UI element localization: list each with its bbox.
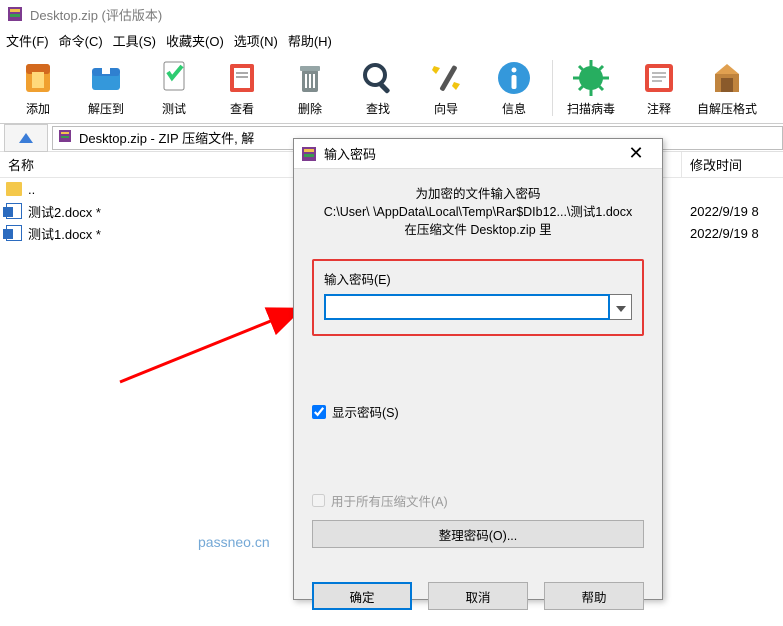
toolbar-virus[interactable]: 扫描病毒 bbox=[557, 54, 625, 122]
docx-icon bbox=[6, 203, 22, 219]
window-titlebar: Desktop.zip (评估版本) bbox=[0, 0, 783, 28]
extract-icon bbox=[86, 58, 126, 98]
dialog-line1: 为加密的文件输入密码 bbox=[312, 185, 644, 203]
toolbar-sfx[interactable]: 自解压格式 bbox=[693, 54, 761, 122]
close-button[interactable]: ✕ bbox=[616, 139, 656, 169]
app-icon bbox=[6, 5, 24, 23]
file-date: 2022/9/19 8 bbox=[682, 204, 759, 219]
menu-favorites[interactable]: 收藏夹(O) bbox=[166, 31, 224, 50]
dialog-titlebar: 输入密码 ✕ bbox=[294, 139, 662, 169]
view-icon bbox=[222, 58, 262, 98]
dialog-line2: C:\User\ \AppData\Local\Temp\Rar$DIb12..… bbox=[312, 203, 644, 221]
toolbar-view-label: 查看 bbox=[230, 100, 254, 117]
password-input[interactable] bbox=[324, 294, 610, 320]
show-password-checkbox[interactable] bbox=[312, 405, 326, 419]
menu-bar: 文件(F) 命令(C) 工具(S) 收藏夹(O) 选项(N) 帮助(H) bbox=[0, 28, 783, 52]
file-name: 测试2.docx * bbox=[28, 202, 101, 221]
delete-icon bbox=[290, 58, 330, 98]
file-date: 2022/9/19 8 bbox=[682, 226, 759, 241]
toolbar-delete-label: 删除 bbox=[298, 100, 322, 117]
menu-file[interactable]: 文件(F) bbox=[6, 31, 49, 50]
organize-passwords-button[interactable]: 整理密码(O)... bbox=[312, 520, 644, 548]
up-button[interactable] bbox=[4, 124, 48, 152]
window-title: Desktop.zip (评估版本) bbox=[30, 5, 162, 24]
file-name: 测试1.docx * bbox=[28, 224, 101, 243]
dialog-title: 输入密码 bbox=[324, 144, 616, 163]
toolbar: 添加 解压到 测试 查看 删除 查找 向导 信息 扫描病毒 注释 自解压格式 bbox=[0, 52, 783, 124]
password-group: 输入密码(E) bbox=[312, 259, 644, 336]
help-button[interactable]: 帮助 bbox=[544, 582, 644, 610]
dialog-button-row: 确定 取消 帮助 bbox=[312, 582, 644, 610]
use-all-checkbox[interactable] bbox=[312, 494, 325, 507]
toolbar-find-label: 查找 bbox=[366, 100, 390, 117]
toolbar-find[interactable]: 查找 bbox=[344, 54, 412, 122]
test-icon bbox=[154, 58, 194, 98]
toolbar-wizard-label: 向导 bbox=[434, 100, 458, 117]
address-text: Desktop.zip - ZIP 压缩文件, 解 bbox=[79, 128, 254, 147]
use-all-label: 用于所有压缩文件(A) bbox=[331, 491, 448, 510]
toolbar-add[interactable]: 添加 bbox=[4, 54, 72, 122]
find-icon bbox=[358, 58, 398, 98]
menu-options[interactable]: 选项(N) bbox=[234, 31, 278, 50]
toolbar-test-label: 测试 bbox=[162, 100, 186, 117]
toolbar-view[interactable]: 查看 bbox=[208, 54, 276, 122]
cancel-button[interactable]: 取消 bbox=[428, 582, 528, 610]
col-date-header[interactable]: 修改时间 bbox=[682, 152, 783, 177]
toolbar-delete[interactable]: 删除 bbox=[276, 54, 344, 122]
dialog-body: 为加密的文件输入密码 C:\User\ \AppData\Local\Temp\… bbox=[294, 169, 662, 599]
toolbar-extract[interactable]: 解压到 bbox=[72, 54, 140, 122]
dialog-line3: 在压缩文件 Desktop.zip 里 bbox=[312, 221, 644, 239]
folder-up-icon bbox=[6, 182, 22, 196]
show-password-label: 显示密码(S) bbox=[332, 402, 399, 421]
archive-icon bbox=[57, 128, 73, 147]
menu-help[interactable]: 帮助(H) bbox=[288, 31, 332, 50]
menu-tools[interactable]: 工具(S) bbox=[113, 31, 156, 50]
show-password-row[interactable]: 显示密码(S) bbox=[312, 402, 644, 421]
toolbar-add-label: 添加 bbox=[26, 100, 50, 117]
password-dialog: 输入密码 ✕ 为加密的文件输入密码 C:\User\ \AppData\Loca… bbox=[293, 138, 663, 600]
watermark-text: passneo.cn bbox=[198, 534, 270, 550]
wizard-icon bbox=[426, 58, 466, 98]
toolbar-sfx-label: 自解压格式 bbox=[697, 100, 757, 117]
toolbar-extract-label: 解压到 bbox=[88, 100, 124, 117]
docx-icon bbox=[6, 225, 22, 241]
password-dropdown-button[interactable] bbox=[610, 294, 632, 320]
toolbar-test[interactable]: 测试 bbox=[140, 54, 208, 122]
toolbar-info[interactable]: 信息 bbox=[480, 54, 548, 122]
virus-icon bbox=[571, 58, 611, 98]
toolbar-info-label: 信息 bbox=[502, 100, 526, 117]
toolbar-comment-label: 注释 bbox=[647, 100, 671, 117]
info-icon bbox=[494, 58, 534, 98]
toolbar-comment[interactable]: 注释 bbox=[625, 54, 693, 122]
toolbar-virus-label: 扫描病毒 bbox=[567, 100, 615, 117]
chevron-down-icon bbox=[616, 300, 626, 315]
annotation-arrow bbox=[114, 232, 314, 392]
toolbar-separator bbox=[552, 60, 553, 116]
use-all-row[interactable]: 用于所有压缩文件(A) bbox=[312, 491, 644, 510]
toolbar-wizard[interactable]: 向导 bbox=[412, 54, 480, 122]
password-label: 输入密码(E) bbox=[324, 269, 632, 288]
sfx-icon bbox=[707, 58, 747, 98]
close-icon: ✕ bbox=[628, 143, 643, 164]
comment-icon bbox=[639, 58, 679, 98]
add-icon bbox=[18, 58, 58, 98]
ok-button[interactable]: 确定 bbox=[312, 582, 412, 610]
dialog-icon bbox=[300, 145, 318, 163]
menu-command[interactable]: 命令(C) bbox=[59, 31, 103, 50]
file-name: .. bbox=[28, 182, 35, 197]
